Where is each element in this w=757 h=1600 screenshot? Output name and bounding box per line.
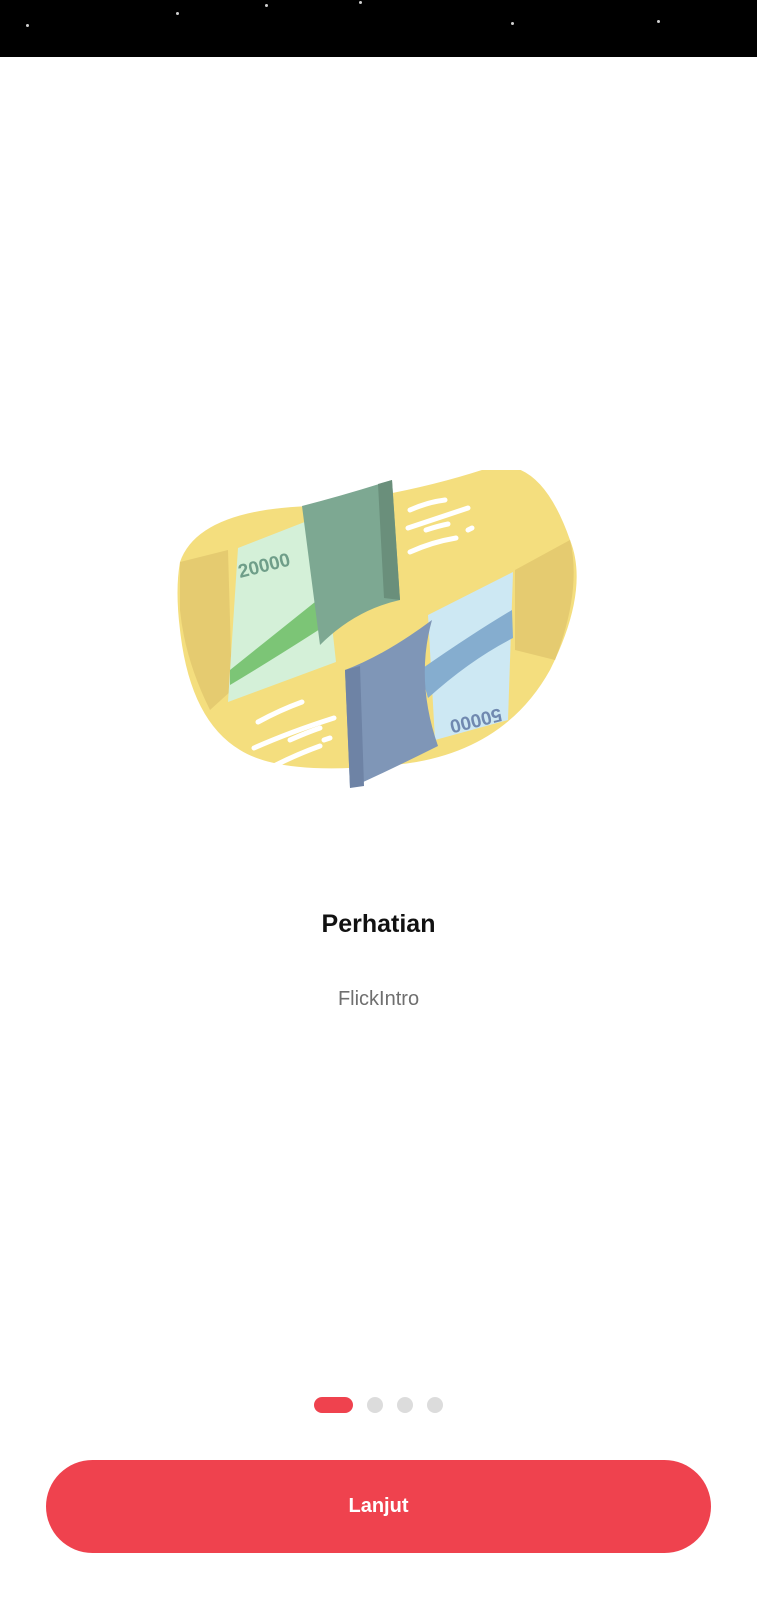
next-button[interactable]: Lanjut xyxy=(46,1460,711,1553)
page-indicator-dot xyxy=(367,1397,383,1413)
yellow-blob-shade-left xyxy=(180,550,232,710)
page-indicator-active xyxy=(314,1397,353,1413)
page-indicator xyxy=(0,1397,757,1413)
onboarding-title: Perhatian xyxy=(321,910,436,938)
page-indicator-dot xyxy=(397,1397,413,1413)
status-bar xyxy=(0,0,757,57)
money-exchange-illustration: 20000 50000 xyxy=(177,470,577,788)
page-indicator-dot xyxy=(427,1397,443,1413)
onboarding-subtitle: FlickIntro xyxy=(337,988,420,1010)
